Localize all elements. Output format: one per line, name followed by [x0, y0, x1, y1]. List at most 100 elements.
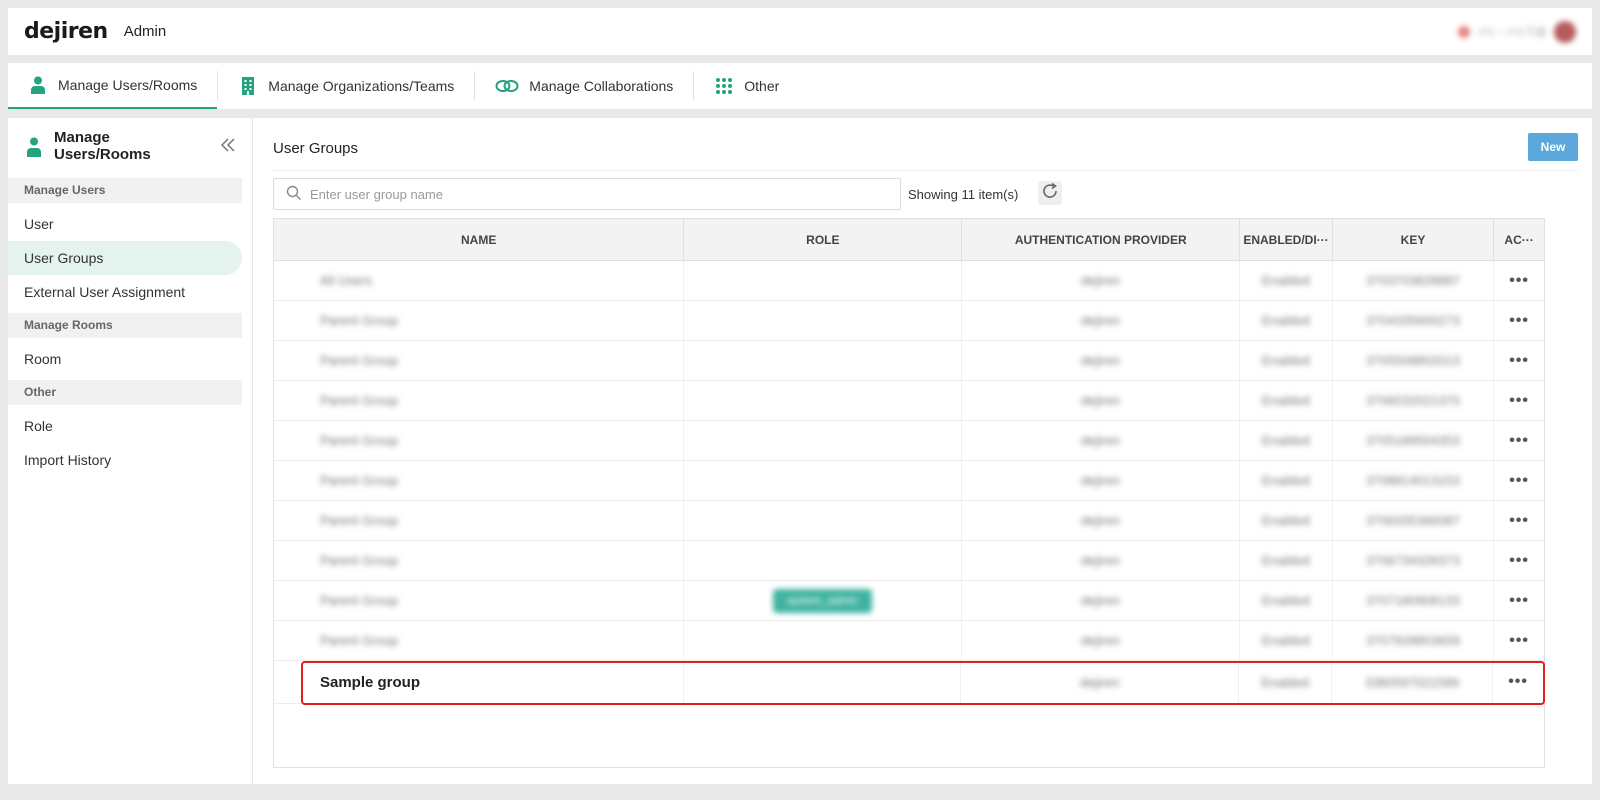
auth-provider: dejiren — [1080, 513, 1120, 528]
enabled-status: Enabled — [1261, 553, 1310, 568]
content-header: User Groups New — [273, 133, 1578, 171]
item-count: Showing 11 item(s) — [908, 187, 1019, 202]
enabled-status: Enabled — [1261, 353, 1310, 368]
group-name: Parent Group — [320, 633, 399, 648]
page-title: User Groups — [273, 140, 359, 157]
person-icon — [24, 136, 44, 157]
enabled-status: Enabled — [1261, 393, 1310, 408]
search-input[interactable] — [308, 179, 892, 209]
sidebar-item-user-groups[interactable]: User Groups — [8, 241, 242, 275]
refresh-icon — [1041, 182, 1059, 205]
table-row[interactable]: Parent Group dejiren Enabled 37043356002… — [274, 301, 1544, 341]
column-header-role[interactable]: ROLE — [684, 219, 963, 260]
group-key: 3706335366087 — [1365, 513, 1460, 528]
sidebar-title: Manage Users/Rooms — [54, 129, 151, 163]
table-row[interactable]: Parent Group dejiren Enabled 37079288036… — [274, 621, 1544, 661]
group-key: 3703703828887 — [1365, 273, 1460, 288]
auth-provider: dejiren — [1080, 553, 1120, 568]
link-icon — [495, 76, 519, 96]
more-actions-icon[interactable]: ••• — [1509, 272, 1529, 290]
enabled-status: Enabled — [1261, 513, 1310, 528]
tab-manage-collaborations[interactable]: Manage Collaborations — [475, 63, 693, 109]
refresh-button[interactable] — [1038, 181, 1062, 205]
column-header-name[interactable]: NAME — [274, 219, 685, 260]
grid-dots-icon — [714, 76, 734, 96]
status-icon — [1458, 25, 1471, 38]
more-actions-icon[interactable]: ••• — [1509, 632, 1529, 650]
new-button[interactable]: New — [1528, 133, 1578, 161]
more-actions-icon[interactable]: ••• — [1509, 312, 1529, 330]
sidebar-item-external-user-assignment[interactable]: External User Assignment — [8, 275, 242, 309]
tab-manage-users-rooms[interactable]: Manage Users/Rooms — [8, 63, 218, 109]
group-name: Parent Group — [320, 393, 399, 408]
person-icon — [28, 75, 48, 95]
auth-provider: dejiren — [1080, 273, 1120, 288]
column-header-enabled-disabled[interactable]: ENABLED/DI··· — [1240, 219, 1333, 260]
auth-provider: dejiren — [1080, 593, 1120, 608]
sidebar-item-role[interactable]: Role — [8, 409, 242, 443]
group-key: 3705508802013 — [1365, 353, 1460, 368]
tab-label: Manage Collaborations — [529, 78, 674, 94]
dejiren-logo[interactable]: dejiren — [24, 19, 108, 44]
more-actions-icon[interactable]: ••• — [1508, 673, 1528, 691]
column-header-authentication-provider[interactable]: AUTHENTICATION PROVIDER — [962, 219, 1241, 260]
auth-provider: dejiren — [1080, 633, 1120, 648]
auth-provider: dejiren — [1080, 353, 1120, 368]
group-name: Sample group — [320, 673, 421, 691]
table-row[interactable]: All Users dejiren Enabled 3703703828887 … — [274, 261, 1544, 301]
tab-label: Manage Users/Rooms — [58, 77, 198, 93]
more-actions-icon[interactable]: ••• — [1509, 432, 1529, 450]
enabled-status: Enabled — [1261, 433, 1310, 448]
more-actions-icon[interactable]: ••• — [1509, 592, 1529, 610]
group-name: Parent Group — [320, 353, 399, 368]
more-actions-icon[interactable]: ••• — [1509, 352, 1529, 370]
sidebar-section-manage-rooms: Manage Rooms — [8, 313, 242, 338]
enabled-status: Enabled — [1261, 473, 1310, 488]
sidebar: Manage Users/Rooms Manage Users User Use… — [8, 118, 253, 784]
main-tab-bar: Manage Users/Rooms Manage Organizations/… — [8, 63, 1592, 109]
tab-label: Other — [744, 78, 780, 94]
table-row[interactable]: Parent Group dejiren Enabled 37055088020… — [274, 341, 1544, 381]
group-name: Parent Group — [320, 473, 399, 488]
enabled-status: Enabled — [1261, 273, 1310, 288]
table-row[interactable]: Parent Group dejiren Enabled 37063353660… — [274, 501, 1544, 541]
app-title: Admin — [123, 23, 167, 40]
table-row-sample-group[interactable]: Sample group dejiren Enabled 33805970215… — [274, 661, 1545, 705]
more-actions-icon[interactable]: ••• — [1509, 472, 1529, 490]
group-name: Parent Group — [320, 313, 399, 328]
table-row[interactable]: Parent Group dejiren Enabled 37065320213… — [274, 381, 1544, 421]
table-row[interactable]: Parent Group system_admin dejiren Enable… — [274, 581, 1544, 621]
table-row[interactable]: Parent Group dejiren Enabled 37067343283… — [274, 541, 1544, 581]
more-actions-icon[interactable]: ••• — [1509, 512, 1529, 530]
sidebar-header: Manage Users/Rooms — [8, 118, 252, 174]
enabled-status: Enabled — [1261, 633, 1310, 648]
more-actions-icon[interactable]: ••• — [1509, 552, 1529, 570]
column-header-key[interactable]: KEY — [1333, 219, 1495, 260]
app-header: dejiren Admin ITC・ITS下請 — [8, 8, 1592, 55]
column-header-actions[interactable]: AC··· — [1494, 219, 1544, 260]
enabled-status: Enabled — [1261, 313, 1310, 328]
sidebar-item-room[interactable]: Room — [8, 342, 242, 376]
search-icon — [286, 185, 302, 206]
more-actions-icon[interactable]: ••• — [1509, 392, 1529, 410]
user-menu[interactable]: ITC・ITS下請 — [1458, 20, 1576, 43]
group-name: Parent Group — [320, 553, 399, 568]
avatar — [1554, 20, 1576, 43]
enabled-status: Enabled — [1261, 593, 1310, 608]
table-row[interactable]: Parent Group dejiren Enabled 37088140131… — [274, 461, 1544, 501]
group-name: All Users — [320, 273, 373, 288]
table-header: NAME ROLE AUTHENTICATION PROVIDER ENABLE… — [274, 219, 1544, 261]
search-box[interactable] — [273, 178, 901, 210]
auth-provider: dejiren — [1080, 674, 1120, 690]
sidebar-item-import-history[interactable]: Import History — [8, 443, 242, 477]
group-key: 3706532021370 — [1365, 393, 1460, 408]
tab-other[interactable]: Other — [694, 63, 799, 109]
main-content: User Groups New Showing 11 item(s) NAME … — [253, 118, 1592, 784]
sidebar-section-manage-users: Manage Users — [8, 178, 242, 203]
enabled-status: Enabled — [1261, 674, 1309, 690]
collapse-sidebar-icon[interactable] — [220, 136, 236, 157]
table-row[interactable]: Parent Group dejiren Enabled 37051895043… — [274, 421, 1544, 461]
sidebar-item-user[interactable]: User — [8, 207, 242, 241]
tab-manage-organizations-teams[interactable]: Manage Organizations/Teams — [218, 63, 474, 109]
group-key: 3380597021589 — [1365, 674, 1460, 690]
